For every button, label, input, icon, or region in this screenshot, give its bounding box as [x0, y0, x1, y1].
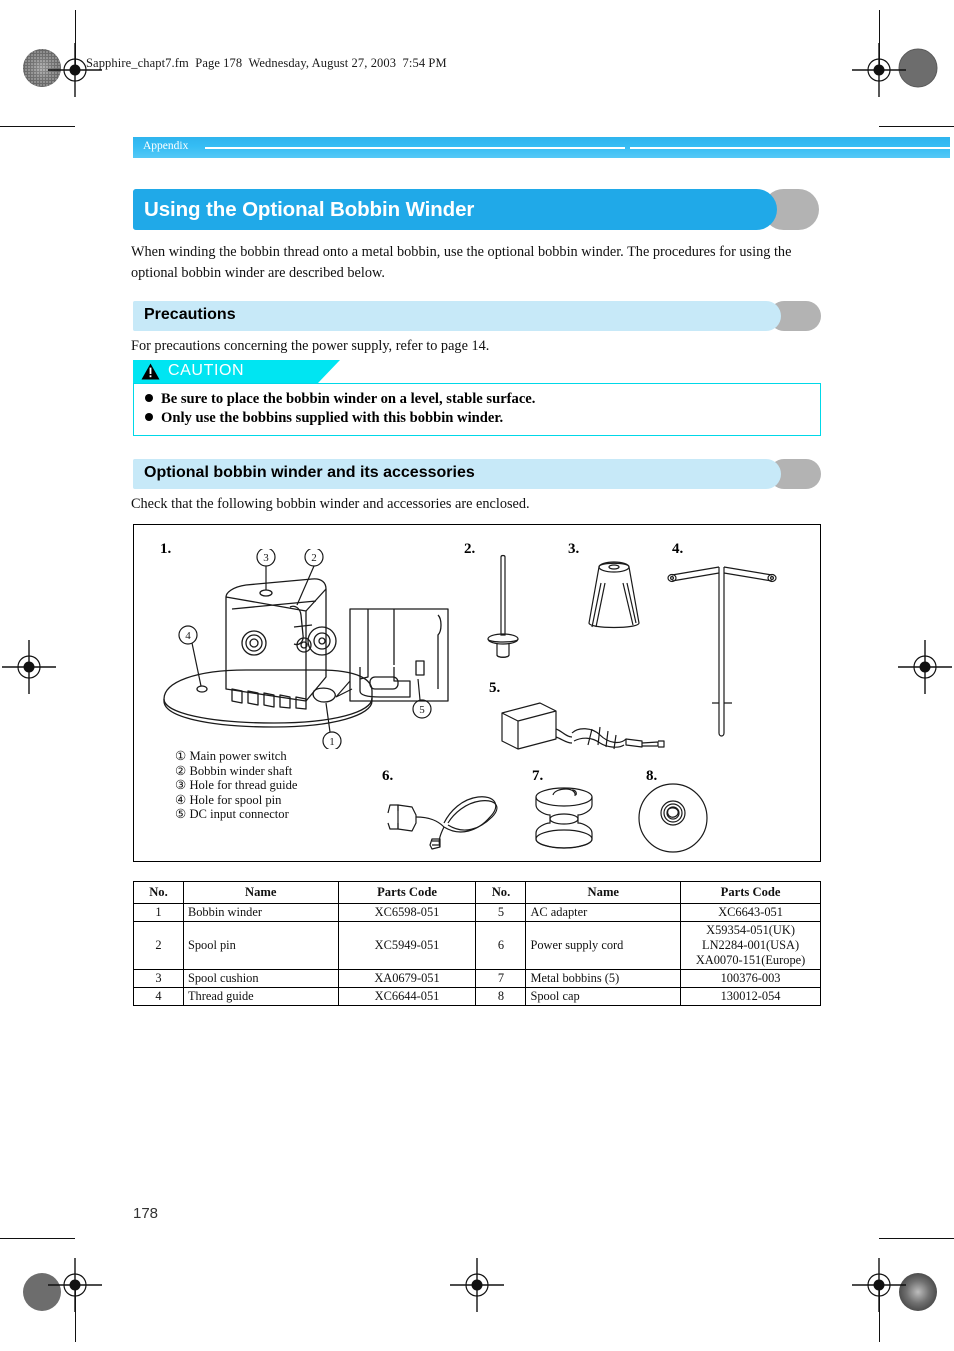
cell-no: 3: [133, 969, 184, 988]
cell-no: 6: [475, 921, 527, 970]
table-header-row: No. Name Parts Code No. Name Parts Code: [133, 881, 821, 904]
precautions-heading: Precautions: [144, 306, 236, 323]
precautions-heading-bar: Precautions: [133, 301, 833, 331]
ac-adapter-illustration: [501, 702, 665, 750]
cell-name: Metal bobbins (5): [525, 969, 682, 988]
bobbin-winder-illustration: 3 2 4 1 5: [163, 549, 449, 749]
th-code-left: Parts Code: [337, 881, 477, 904]
cell-name: Thread guide: [182, 987, 339, 1006]
cell-name: Spool cap: [525, 987, 682, 1006]
cell-code: 130012-054: [680, 987, 821, 1006]
page-number: 178: [133, 1205, 159, 1222]
cell-code: XC6598-051: [337, 903, 477, 922]
th-no-right: No.: [475, 881, 527, 904]
legend-item-5: ⑤ DC input connector: [175, 807, 289, 822]
caution-item-1-text: Be sure to place the bobbin winder on a …: [161, 391, 536, 407]
legend-item-2: ② Bobbin winder shaft: [175, 763, 293, 778]
table-row: 3 Spool cushion XA0679-051 7 Metal bobbi…: [133, 969, 821, 988]
precautions-note: For precautions concerning the power sup…: [131, 338, 490, 354]
cell-no: 7: [475, 969, 527, 988]
metal-bobbin-illustration: [535, 787, 593, 849]
accessories-heading: Optional bobbin winder and its accessori…: [144, 464, 475, 481]
cell-name: Power supply cord: [525, 921, 682, 970]
running-head-rule-right: [630, 147, 950, 149]
running-head-rule-left: [205, 147, 625, 149]
cell-name: Bobbin winder: [182, 903, 339, 922]
svg-text:4: 4: [185, 630, 191, 642]
spool-pin-illustration: [487, 554, 519, 658]
cell-no: 4: [133, 987, 184, 1006]
cell-no: 2: [133, 921, 184, 970]
th-code-right: Parts Code: [680, 881, 821, 904]
bullet-icon: [145, 413, 153, 421]
cell-name: Spool pin: [182, 921, 339, 970]
legend-item-1: ① Main power switch: [175, 749, 287, 763]
cell-code: XC6644-051: [337, 987, 477, 1006]
item-number-3: 3.: [568, 541, 580, 557]
warning-triangle-icon: [141, 363, 160, 380]
cell-no: 5: [475, 903, 527, 922]
caution-box: Be sure to place the bobbin winder on a …: [133, 383, 821, 436]
cell-no: 1: [133, 903, 184, 922]
accessories-note: Check that the following bobbin winder a…: [131, 496, 530, 512]
table-row: 4 Thread guide XC6644-051 8 Spool cap 13…: [133, 987, 821, 1006]
legend-item-4: ④ Hole for spool pin: [175, 792, 282, 807]
caution-item-2: Only use the bobbins supplied with this …: [145, 410, 503, 427]
page-content: Sapphire_chapt7.fm Page 178 Wednesday, A…: [0, 0, 954, 1351]
power-cord-illustration: [387, 796, 498, 850]
svg-text:2: 2: [311, 552, 317, 564]
page-title: Using the Optional Bobbin Winder: [144, 198, 475, 221]
caution-label: CAUTION: [168, 362, 245, 379]
table-row: 1 Bobbin winder XC6598-051 5 AC adapter …: [133, 903, 821, 922]
caution-tab-slant: [318, 360, 340, 383]
thread-guide-illustration: [667, 566, 777, 737]
cell-name: AC adapter: [525, 903, 682, 922]
parts-table: No. Name Parts Code No. Name Parts Code …: [133, 881, 821, 1006]
cell-name: Spool cushion: [182, 969, 339, 988]
accessories-heading-bar: Optional bobbin winder and its accessori…: [133, 459, 833, 489]
caution-item-1: Be sure to place the bobbin winder on a …: [145, 391, 535, 408]
cell-code: XC6643-051: [680, 903, 821, 922]
table-row: 2 Spool pin XC5949-051 6 Power supply co…: [133, 921, 821, 970]
th-name-left: Name: [182, 881, 339, 904]
caution-item-2-text: Only use the bobbins supplied with this …: [161, 410, 504, 426]
bullet-icon: [145, 394, 153, 402]
callout-legend: ① Main power switch ② Bobbin winder shaf…: [175, 749, 298, 822]
cell-code: 100376-003: [680, 969, 821, 988]
running-head-label: Appendix: [143, 140, 189, 152]
page-title-bar: Using the Optional Bobbin Winder: [133, 189, 833, 230]
intro-paragraph: When winding the bobbin thread onto a me…: [131, 244, 792, 281]
svg-text:3: 3: [263, 552, 269, 564]
th-name-right: Name: [525, 881, 682, 904]
cell-no: 8: [475, 987, 527, 1006]
spool-cap-illustration: [638, 783, 708, 853]
cell-code: X59354-051(UK) LN2284-001(USA) XA0070-15…: [680, 921, 821, 970]
cell-code: XC5949-051: [337, 921, 477, 970]
running-head-bar: Appendix: [133, 137, 950, 158]
svg-text:1: 1: [329, 736, 335, 748]
svg-text:5: 5: [419, 704, 425, 716]
filename-header: Sapphire_chapt7.fm Page 178 Wednesday, A…: [86, 56, 447, 70]
cell-code: XA0679-051: [337, 969, 477, 988]
th-no-left: No.: [133, 881, 184, 904]
legend-item-3: ③ Hole for thread guide: [175, 778, 298, 793]
spool-cushion-illustration: [588, 561, 640, 629]
item-number-2: 2.: [464, 541, 476, 557]
item-number-5: 5.: [489, 680, 501, 696]
